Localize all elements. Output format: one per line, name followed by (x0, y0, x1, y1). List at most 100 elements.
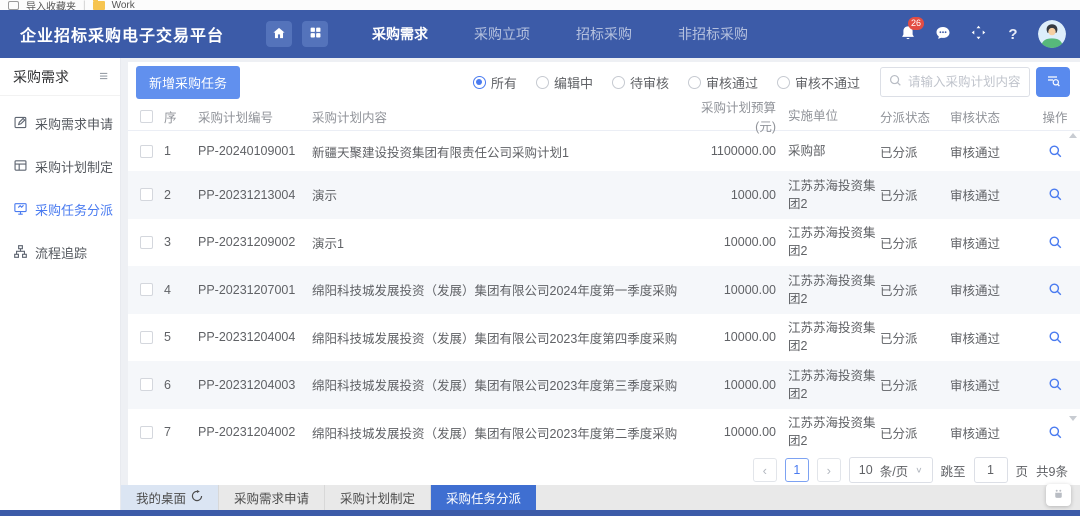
cell-plan-content: 演示 (312, 185, 682, 204)
cell-unit: 江苏苏海投资集团2 (788, 414, 880, 450)
flow-track-icon (13, 244, 28, 262)
prev-page-button[interactable]: ‹ (753, 458, 777, 482)
table-row: 7PP-20231204002绵阳科技城发展投资（发展）集团有限公司2023年度… (128, 409, 1080, 456)
row-checkbox-cell (128, 188, 164, 201)
sidebar-title: 采购需求 (13, 67, 69, 87)
cell-budget: 10000.00 (682, 330, 788, 344)
bottom-tab-3[interactable]: 采购计划制定 (325, 485, 431, 510)
nav-item-4[interactable]: 非招标采购 (678, 24, 748, 44)
bookmark-separator: | (83, 0, 86, 10)
nav-item-1[interactable]: 采购需求 (372, 24, 428, 44)
table-row: 5PP-20231204004绵阳科技城发展投资（发展）集团有限公司2023年度… (128, 314, 1080, 362)
bottom-window-edge (0, 510, 1080, 516)
row-view-button[interactable] (1048, 144, 1063, 159)
row-view-button[interactable] (1048, 425, 1063, 440)
bookmark-folder-label[interactable]: Work (112, 0, 135, 10)
filter-radio-5[interactable]: 审核不通过 (777, 73, 860, 92)
search-input[interactable] (908, 75, 1021, 89)
sidebar-item-1[interactable]: 采购需求申请 (0, 102, 120, 145)
col-header-audit-status: 审核状态 (950, 107, 1030, 126)
col-header-dispatch-status: 分派状态 (880, 107, 950, 126)
bottom-tabbar: 我的桌面采购需求申请采购计划制定采购任务分派 (121, 485, 1080, 510)
cell-seq: 2 (164, 188, 198, 202)
row-checkbox[interactable] (140, 236, 153, 249)
row-view-button[interactable] (1048, 282, 1063, 297)
list-search-icon (1046, 73, 1061, 91)
filter-radio-4[interactable]: 审核通过 (688, 73, 758, 92)
cell-plan-code: PP-20231204003 (198, 378, 312, 392)
help-button[interactable]: ? (1003, 24, 1023, 44)
filter-radio-1[interactable]: 所有 (473, 73, 517, 92)
nav-item-3[interactable]: 招标采购 (576, 24, 632, 44)
select-all-checkbox[interactable] (140, 110, 153, 123)
refresh-icon[interactable] (191, 490, 203, 505)
cell-dispatch-status: 已分派 (880, 142, 950, 161)
chat-icon (935, 25, 951, 44)
nav-item-2[interactable]: 采购立项 (474, 24, 530, 44)
table-header-row: 序 采购计划编号 采购计划内容 采购计划预算(元) 实施单位 分派状态 审核状态… (128, 102, 1080, 131)
row-checkbox[interactable] (140, 145, 153, 158)
row-view-button[interactable] (1048, 330, 1063, 345)
sidebar-collapse-icon[interactable]: ≡ (99, 69, 108, 84)
fullscreen-icon (971, 25, 986, 43)
sidebar-item-2[interactable]: 采购计划制定 (0, 145, 120, 188)
messages-button[interactable] (933, 24, 953, 44)
bottom-tab-4[interactable]: 采购任务分派 (431, 485, 536, 510)
assistant-widget-icon (1052, 488, 1065, 503)
filter-radio-label: 待审核 (630, 73, 669, 92)
sidebar-item-3[interactable]: 采购任务分派 (0, 188, 120, 231)
row-view-button[interactable] (1048, 377, 1063, 392)
import-bookmarks-icon (8, 1, 19, 10)
row-checkbox-cell (128, 331, 164, 344)
filter-radio-2[interactable]: 编辑中 (536, 73, 593, 92)
header-quick-actions (266, 21, 328, 47)
main-content: 新增采购任务 所有编辑中待审核审核通过审核不通过 序 采购计划编号 采购计划内容… (121, 58, 1080, 485)
cell-actions (1030, 282, 1080, 297)
next-page-button[interactable]: › (817, 458, 841, 482)
scroll-up-arrow[interactable] (1069, 133, 1077, 138)
bottom-tab-label: 采购任务分派 (446, 488, 521, 507)
bottom-tab-2[interactable]: 采购需求申请 (219, 485, 325, 510)
cell-unit: 江苏苏海投资集团2 (788, 319, 880, 355)
row-checkbox[interactable] (140, 188, 153, 201)
row-checkbox[interactable] (140, 426, 153, 439)
col-header-seq: 序 (164, 107, 198, 126)
cell-plan-content: 绵阳科技城发展投资（发展）集团有限公司2023年度第四季度采购 (312, 328, 682, 347)
apps-grid-button[interactable] (302, 21, 328, 47)
filter-radio-3[interactable]: 待审核 (612, 73, 669, 92)
row-checkbox[interactable] (140, 283, 153, 296)
bottom-tab-1[interactable]: 我的桌面 (121, 485, 219, 510)
edit-square-icon (13, 115, 28, 133)
cell-seq: 6 (164, 378, 198, 392)
cell-plan-content: 绵阳科技城发展投资（发展）集团有限公司2023年度第二季度采购 (312, 423, 682, 442)
scroll-down-arrow[interactable] (1069, 416, 1077, 421)
add-procurement-task-button[interactable]: 新增采购任务 (136, 66, 240, 99)
cell-audit-status: 审核通过 (950, 328, 1030, 347)
row-checkbox[interactable] (140, 331, 153, 344)
current-page-button[interactable]: 1 (785, 458, 809, 482)
user-avatar[interactable] (1038, 20, 1066, 48)
advanced-search-button[interactable] (1036, 67, 1070, 97)
cell-actions (1030, 425, 1080, 440)
page-size-select[interactable]: 10 条/页 ∨ (849, 457, 933, 483)
row-checkbox-cell (128, 236, 164, 249)
bookmark-import-label[interactable]: 导入收藏夹 (26, 0, 76, 10)
notification-bell-button[interactable]: 26 (898, 24, 918, 44)
cell-dispatch-status: 已分派 (880, 280, 950, 299)
sidebar-item-label: 采购需求申请 (35, 114, 113, 133)
cell-dispatch-status: 已分派 (880, 233, 950, 252)
home-button[interactable] (266, 21, 292, 47)
cell-plan-code: PP-20240109001 (198, 144, 312, 158)
cell-dispatch-status: 已分派 (880, 185, 950, 204)
cell-plan-content: 绵阳科技城发展投资（发展）集团有限公司2024年度第一季度采购 (312, 280, 682, 299)
bottom-tab-label: 采购需求申请 (234, 488, 309, 507)
row-view-button[interactable] (1048, 187, 1063, 202)
sidebar-item-4[interactable]: 流程追踪 (0, 231, 120, 274)
filter-radio-label: 所有 (491, 73, 517, 92)
fullscreen-button[interactable] (968, 24, 988, 44)
jump-page-input[interactable] (974, 457, 1008, 483)
row-checkbox[interactable] (140, 378, 153, 391)
row-view-button[interactable] (1048, 235, 1063, 250)
assistant-widget-button[interactable] (1046, 484, 1071, 506)
search-icon (889, 74, 902, 90)
